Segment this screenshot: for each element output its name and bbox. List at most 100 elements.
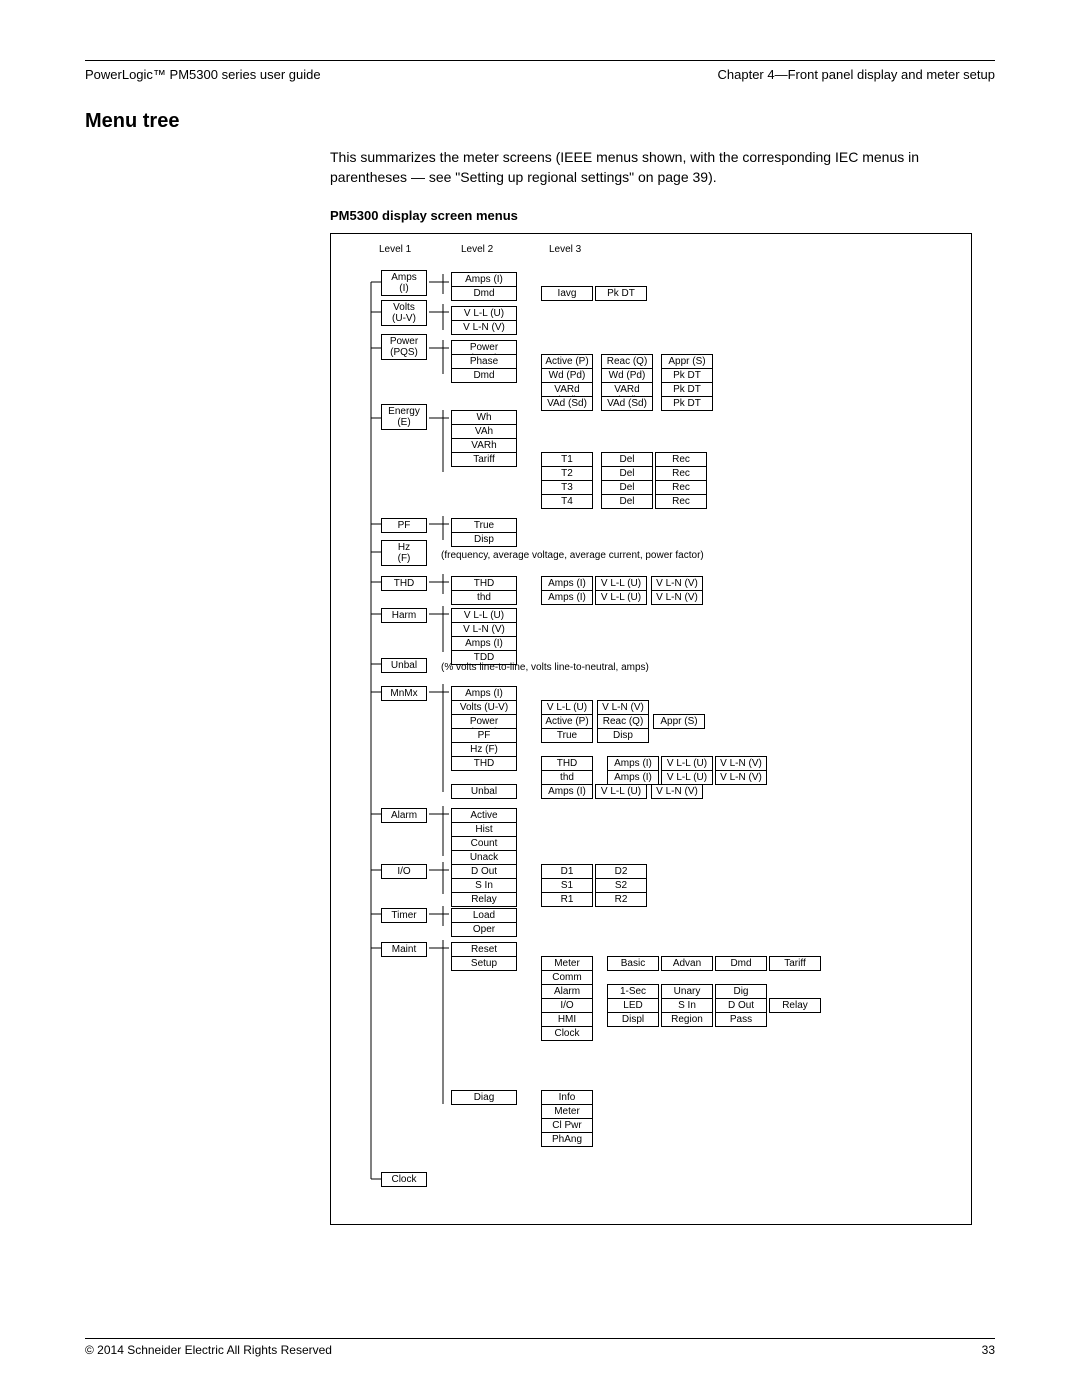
l2-io-sin: S In [451,878,517,893]
l2-timer-load: Load [451,908,517,923]
l2-alarm-hist: Hist [451,822,517,837]
l3-setup-clock: Clock [541,1026,593,1041]
l2-amps-i: Amps (I) [451,272,517,287]
l3-activep: Active (P) [541,354,593,369]
l2-alarm-active: Active [451,808,517,823]
l3-thd-amps: Amps (I) [541,576,593,591]
l3-diag-clpwr: Cl Pwr [541,1118,593,1133]
section-heading: Menu tree [85,110,995,133]
l3-pkdt1: Pk DT [595,286,647,301]
l1-mnmx: MnMx [381,686,427,701]
l2-thd-upper: THD [451,576,517,591]
l3-t4-del: Del [601,494,653,509]
l2-pf-disp: Disp [451,532,517,547]
l3-vadsd-b: VAd (Sd) [601,396,653,411]
l3-t1: T1 [541,452,593,467]
l3-apprs: Appr (S) [661,354,713,369]
l3-basic: Basic [607,956,659,971]
l3-advan: Advan [661,956,713,971]
l3-t3: T3 [541,480,593,495]
l3-led: LED [607,998,659,1013]
hz-note: (frequency, average voltage, average cur… [441,550,704,561]
l3-setup-alarm: Alarm [541,984,593,999]
level3-label: Level 3 [549,244,581,255]
l2-mnmx-voltsuv: Volts (U-V) [451,700,517,715]
l3-t3-del: Del [601,480,653,495]
l1-maint: Maint [381,942,427,957]
l3-t3-rec: Rec [655,480,707,495]
l3-vadsd-a: VAd (Sd) [541,396,593,411]
l2-harm-vln: V L-N (V) [451,622,517,637]
l3-mnunbal-vln: V L-N (V) [651,784,703,799]
l1-pf: PF [381,518,427,533]
l3-pkdt2: Pk DT [661,368,713,383]
l2-io-dout: D Out [451,864,517,879]
l2-power-dmd: Dmd [451,368,517,383]
l3-mnthd-thd: THD [541,756,593,771]
l2-io-relay: Relay [451,892,517,907]
l3-sin: S In [661,998,713,1013]
l3-d2: D2 [595,864,647,879]
l3-d1: D1 [541,864,593,879]
l3-mnthd2-vln: V L-N (V) [715,770,767,785]
l3-unary: Unary [661,984,713,999]
l3-wdpd-a: Wd (Pd) [541,368,593,383]
l2-power-phase: Phase [451,354,517,369]
l2-harm-ampsi: Amps (I) [451,636,517,651]
level2-label: Level 2 [461,244,493,255]
l3-thd2-vln: V L-N (V) [651,590,703,605]
l3-pass: Pass [715,1012,767,1027]
l1-thd: THD [381,576,427,591]
l3-mn-vln: V L-N (V) [597,700,649,715]
page-number: 33 [982,1343,995,1357]
l3-t2: T2 [541,466,593,481]
l3-diag-meter: Meter [541,1104,593,1119]
l2-harm-vll: V L-L (U) [451,608,517,623]
intro-text: This summarizes the meter screens (IEEE … [330,147,995,188]
l3-relay: Relay [769,998,821,1013]
l1-clock: Clock [381,1172,427,1187]
l3-r2: R2 [595,892,647,907]
l3-setup-hmi: HMI [541,1012,593,1027]
l3-diag-phang: PhAng [541,1132,593,1147]
l3-tariff: Tariff [769,956,821,971]
l3-dig: Dig [715,984,767,999]
l2-alarm-count: Count [451,836,517,851]
l3-setup-meter: Meter [541,956,593,971]
menu-tree-diagram: Level 1 Level 2 Level 3 [330,233,972,1225]
l3-r1: R1 [541,892,593,907]
l2-mnmx-ampsi: Amps (I) [451,686,517,701]
l1-alarm: Alarm [381,808,427,823]
l3-mnthd-thd2: thd [541,770,593,785]
l3-wdpd-b: Wd (Pd) [601,368,653,383]
l3-mn-disp: Disp [597,728,649,743]
l3-t2-rec: Rec [655,466,707,481]
l3-1sec: 1-Sec [607,984,659,999]
l2-volts-vln: V L-N (V) [451,320,517,335]
l3-s2: S2 [595,878,647,893]
l2-thd-lower: thd [451,590,517,605]
figure-title: PM5300 display screen menus [330,208,995,223]
l2-mnmx-pf: PF [451,728,517,743]
l3-displ: Displ [607,1012,659,1027]
l3-pkdt3: Pk DT [661,382,713,397]
l3-s1: S1 [541,878,593,893]
l2-mnmx-unbal: Unbal [451,784,517,799]
l1-io: I/O [381,864,427,879]
l3-mnthd-amps: Amps (I) [607,756,659,771]
l3-t2-del: Del [601,466,653,481]
l3-mn-apprs: Appr (S) [653,714,705,729]
l3-mnthd-vll: V L-L (U) [661,756,713,771]
l3-dmd: Dmd [715,956,767,971]
l3-pkdt4: Pk DT [661,396,713,411]
l1-timer: Timer [381,908,427,923]
l3-diag-info: Info [541,1090,593,1105]
l2-mnmx-thd: THD [451,756,517,771]
l2-volts-vll: V L-L (U) [451,306,517,321]
copyright: © 2014 Schneider Electric All Rights Res… [85,1343,332,1357]
l2-mnmx-hzf: Hz (F) [451,742,517,757]
l3-setup-io: I/O [541,998,593,1013]
l3-mn-vll: V L-L (U) [541,700,593,715]
l3-thd-vll: V L-L (U) [595,576,647,591]
level1-label: Level 1 [379,244,411,255]
